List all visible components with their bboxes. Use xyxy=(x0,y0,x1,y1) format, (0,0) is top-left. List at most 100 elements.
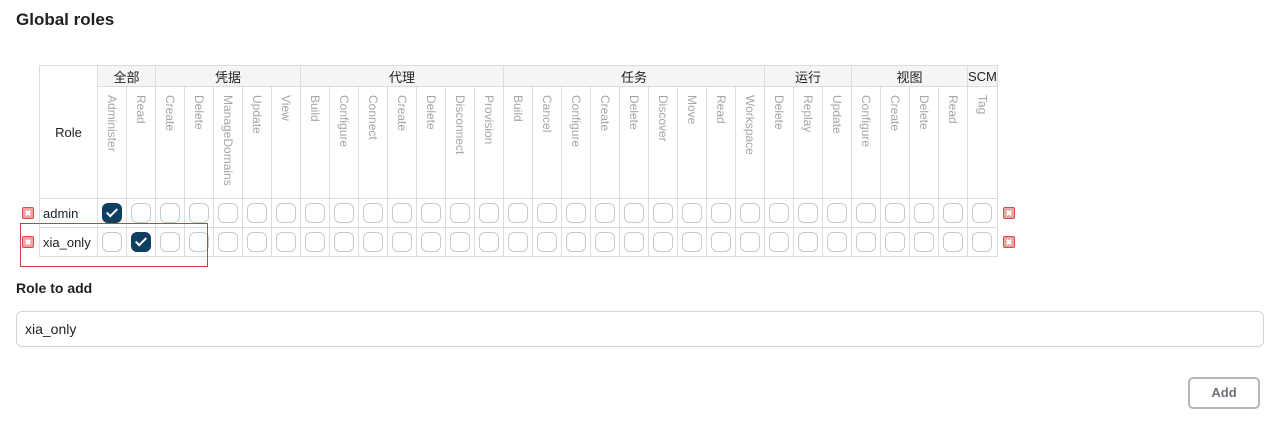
permission-checkbox[interactable] xyxy=(247,232,267,252)
permission-checkbox[interactable] xyxy=(566,232,586,252)
permission-checkbox[interactable] xyxy=(508,232,528,252)
permission-checkbox[interactable] xyxy=(305,203,325,223)
permission-header: View xyxy=(271,86,301,199)
permission-checkbox[interactable] xyxy=(769,232,789,252)
role-to-add-input[interactable] xyxy=(16,311,1264,347)
permission-cell xyxy=(97,227,127,257)
permission-checkbox[interactable] xyxy=(827,232,847,252)
permission-checkbox[interactable] xyxy=(450,232,470,252)
permission-checkbox[interactable] xyxy=(885,203,905,223)
permission-header: Configure xyxy=(561,86,591,199)
delete-role-icon[interactable] xyxy=(1002,236,1015,248)
permission-checkbox[interactable] xyxy=(856,232,876,252)
permission-checkbox[interactable] xyxy=(711,203,731,223)
permission-checkbox[interactable] xyxy=(624,232,644,252)
permission-checkbox[interactable] xyxy=(624,203,644,223)
permission-label: Create xyxy=(888,95,902,132)
permission-checkbox[interactable] xyxy=(856,203,876,223)
delete-role-icon[interactable] xyxy=(22,207,34,219)
permission-checkbox[interactable] xyxy=(421,232,441,252)
permission-checkbox[interactable] xyxy=(189,232,209,252)
permission-checkbox[interactable] xyxy=(566,203,586,223)
permission-label: Build xyxy=(308,95,322,122)
delete-role-icon[interactable] xyxy=(1002,207,1015,219)
permission-checkbox[interactable] xyxy=(131,232,151,252)
permission-checkbox[interactable] xyxy=(247,203,267,223)
permission-label: Move xyxy=(685,95,699,125)
role-name: admin xyxy=(39,198,98,228)
permission-checkbox[interactable] xyxy=(595,203,615,223)
permission-checkbox[interactable] xyxy=(334,203,354,223)
permission-checkbox[interactable] xyxy=(827,203,847,223)
permission-checkbox[interactable] xyxy=(769,203,789,223)
permission-checkbox[interactable] xyxy=(160,232,180,252)
permission-header: Configure xyxy=(329,86,359,199)
permission-checkbox[interactable] xyxy=(653,232,673,252)
permission-checkbox[interactable] xyxy=(479,203,499,223)
permission-checkbox[interactable] xyxy=(508,203,528,223)
permission-checkbox[interactable] xyxy=(682,232,702,252)
role-name: xia_only xyxy=(39,227,98,257)
permission-checkbox[interactable] xyxy=(102,232,122,252)
permission-cell xyxy=(271,227,301,257)
permission-cell xyxy=(822,198,852,228)
permission-checkbox[interactable] xyxy=(972,232,993,252)
permission-checkbox[interactable] xyxy=(363,203,383,223)
permission-header-row: Administer Read Create Delete ManageDomains U… xyxy=(40,86,998,199)
permission-cell xyxy=(764,227,794,257)
permission-checkbox[interactable] xyxy=(711,232,731,252)
permission-checkbox[interactable] xyxy=(218,232,238,252)
permission-checkbox[interactable] xyxy=(305,232,325,252)
permission-cell xyxy=(126,198,156,228)
group-header: SCM xyxy=(967,65,998,87)
permission-cell xyxy=(677,198,707,228)
permission-checkbox[interactable] xyxy=(479,232,499,252)
permission-checkbox[interactable] xyxy=(160,203,180,223)
permission-checkbox[interactable] xyxy=(537,203,557,223)
permission-label: Create xyxy=(395,95,409,132)
permission-checkbox[interactable] xyxy=(102,203,122,223)
permission-checkbox[interactable] xyxy=(276,232,296,252)
group-header: 运行 xyxy=(764,65,852,87)
permission-checkbox[interactable] xyxy=(943,232,963,252)
permission-cell xyxy=(503,227,533,257)
permission-checkbox[interactable] xyxy=(537,232,557,252)
roles-table: Role 全部 凭据 代理 任务 运行 视图 SCM Administer Read Creat… xyxy=(39,65,998,257)
delete-role-icon[interactable] xyxy=(22,236,34,248)
permission-checkbox[interactable] xyxy=(798,203,818,223)
permission-checkbox[interactable] xyxy=(914,232,934,252)
permission-checkbox[interactable] xyxy=(363,232,383,252)
permission-checkbox[interactable] xyxy=(276,203,296,223)
permission-checkbox[interactable] xyxy=(392,203,412,223)
permission-checkbox[interactable] xyxy=(595,232,615,252)
permission-checkbox[interactable] xyxy=(943,203,963,223)
permission-checkbox[interactable] xyxy=(450,203,470,223)
permission-checkbox[interactable] xyxy=(740,232,760,252)
permission-checkbox[interactable] xyxy=(392,232,412,252)
permission-cell xyxy=(445,227,475,257)
permission-header: Create xyxy=(155,86,185,199)
permission-checkbox[interactable] xyxy=(972,203,993,223)
permission-cell xyxy=(532,198,562,228)
group-header: 代理 xyxy=(300,65,504,87)
permission-checkbox[interactable] xyxy=(914,203,934,223)
permission-header: Read xyxy=(938,86,968,199)
permission-cell xyxy=(445,198,475,228)
permission-checkbox[interactable] xyxy=(218,203,238,223)
permission-checkbox[interactable] xyxy=(798,232,818,252)
permission-checkbox[interactable] xyxy=(653,203,673,223)
permission-cell xyxy=(474,227,504,257)
permission-label: Delete xyxy=(627,95,641,130)
permission-label: Configure xyxy=(569,95,583,148)
permission-cell xyxy=(909,198,939,228)
permission-checkbox[interactable] xyxy=(131,203,151,223)
permission-checkbox[interactable] xyxy=(682,203,702,223)
permission-cell xyxy=(358,227,388,257)
permission-checkbox[interactable] xyxy=(334,232,354,252)
permission-checkbox[interactable] xyxy=(740,203,760,223)
permission-checkbox[interactable] xyxy=(189,203,209,223)
permission-checkbox[interactable] xyxy=(885,232,905,252)
permission-label: Build xyxy=(511,95,525,122)
permission-checkbox[interactable] xyxy=(421,203,441,223)
add-button[interactable]: Add xyxy=(1188,377,1260,409)
